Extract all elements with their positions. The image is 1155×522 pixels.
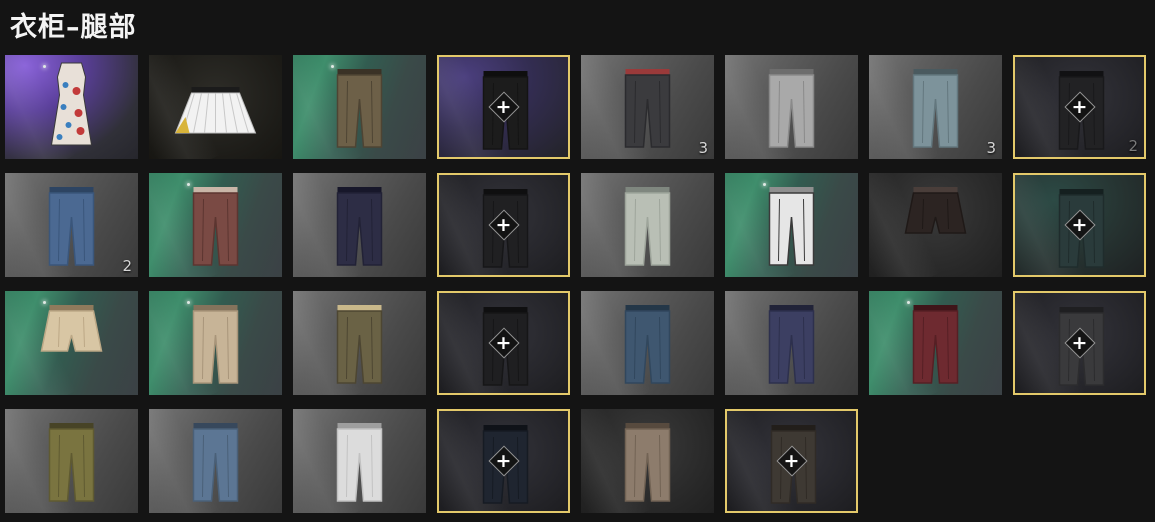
dress-icon — [50, 62, 93, 146]
pants-icon — [624, 69, 671, 148]
add-plus-icon[interactable]: + — [487, 327, 520, 359]
wardrobe-item-washed-jeans[interactable] — [581, 173, 714, 277]
wardrobe-item-teal-pants-slot[interactable]: + — [1013, 173, 1146, 277]
pants-image — [293, 409, 426, 513]
pants-icon — [768, 69, 815, 148]
pants-icon — [336, 69, 383, 148]
plus-glyph: + — [1071, 214, 1088, 236]
pants-image — [581, 173, 714, 277]
pants-image — [5, 173, 138, 277]
wardrobe-item-khaki-pants-slot[interactable]: + — [725, 409, 858, 513]
add-plus-icon[interactable]: + — [1063, 91, 1096, 123]
shorts-icon — [904, 187, 967, 234]
plus-glyph: + — [495, 332, 512, 354]
pants-image — [149, 173, 282, 277]
wardrobe-item-desert-camo-shorts[interactable] — [5, 291, 138, 395]
pants-image — [581, 409, 714, 513]
pants-image — [581, 55, 714, 159]
pants-icon — [624, 423, 671, 502]
wardrobe-item-khaki-pants[interactable] — [581, 409, 714, 513]
item-count: 3 — [698, 139, 708, 157]
pants-image — [725, 55, 858, 159]
add-plus-icon[interactable]: + — [1063, 209, 1096, 241]
shorts-image — [5, 291, 138, 395]
pants-image — [725, 291, 858, 395]
pants-image — [725, 173, 858, 277]
skirt-icon — [174, 87, 257, 134]
item-count: 2 — [1128, 137, 1138, 155]
plus-glyph: + — [495, 96, 512, 118]
add-plus-icon[interactable]: + — [775, 445, 808, 477]
plus-glyph: + — [783, 450, 800, 472]
wardrobe-item-gray-pants-slot[interactable]: + — [1013, 291, 1146, 395]
wardrobe-item-plaid-pants[interactable] — [149, 173, 282, 277]
wardrobe-item-olive-cargo-pants[interactable] — [293, 55, 426, 159]
pants-icon — [192, 423, 239, 502]
pants-icon — [624, 187, 671, 266]
pants-image — [149, 409, 282, 513]
shorts-icon — [40, 305, 103, 352]
wardrobe-item-black-pants-slot[interactable]: + — [437, 55, 570, 159]
plus-glyph: + — [1071, 332, 1088, 354]
pants-image — [869, 55, 1002, 159]
dress-image — [5, 55, 138, 159]
wardrobe-item-white-pants[interactable] — [293, 409, 426, 513]
wardrobe-grid: +3 3 +2 2 + + + + + + — [5, 55, 1150, 517]
wardrobe-item-blue-jeans[interactable]: 2 — [5, 173, 138, 277]
shorts-image — [869, 173, 1002, 277]
pants-icon — [192, 187, 239, 266]
wardrobe-item-dark-jeans[interactable]: 3 — [581, 55, 714, 159]
pants-icon — [768, 305, 815, 384]
wardrobe-item-pleated-skirt[interactable] — [149, 55, 282, 159]
add-plus-icon[interactable]: + — [487, 209, 520, 241]
item-count: 3 — [986, 139, 996, 157]
wardrobe-item-gray-pants[interactable] — [725, 55, 858, 159]
pants-image — [869, 291, 1002, 395]
pants-icon — [336, 423, 383, 502]
wardrobe-item-black-pants-slot-2[interactable]: +2 — [1013, 55, 1146, 159]
wardrobe-item-navy-slacks[interactable] — [293, 173, 426, 277]
wardrobe-item-leather-shorts[interactable] — [869, 173, 1002, 277]
pants-icon — [912, 69, 959, 148]
pants-icon — [336, 187, 383, 266]
pants-icon — [192, 305, 239, 384]
wardrobe-item-black-pants-slot-4[interactable]: + — [437, 291, 570, 395]
pants-icon — [336, 305, 383, 384]
pants-image — [5, 409, 138, 513]
plus-glyph: + — [495, 214, 512, 236]
pants-icon — [912, 305, 959, 384]
pants-image — [293, 55, 426, 159]
plus-glyph: + — [495, 450, 512, 472]
add-plus-icon[interactable]: + — [487, 445, 520, 477]
plus-glyph: + — [1071, 96, 1088, 118]
pants-icon — [48, 187, 95, 266]
pants-icon — [768, 187, 815, 266]
wardrobe-item-woodland-camo-pants[interactable] — [293, 291, 426, 395]
pants-image — [149, 291, 282, 395]
wardrobe-item-floral-dress[interactable] — [5, 55, 138, 159]
wardrobe-item-stonewash-jeans[interactable] — [149, 409, 282, 513]
pants-image — [293, 291, 426, 395]
skirt-image — [149, 55, 282, 159]
wardrobe-item-red-pants[interactable] — [869, 291, 1002, 395]
wardrobe-item-desert-cargo-pants[interactable] — [149, 291, 282, 395]
pants-image — [581, 291, 714, 395]
add-plus-icon[interactable]: + — [1063, 327, 1096, 359]
item-count: 2 — [122, 257, 132, 275]
wardrobe-item-black-pants-slot-3[interactable]: + — [437, 173, 570, 277]
pants-icon — [624, 305, 671, 384]
wardrobe-item-camo-pants[interactable] — [725, 173, 858, 277]
wardrobe-item-light-blue-jeans[interactable]: 3 — [869, 55, 1002, 159]
wardrobe-item-dark-blue-slot[interactable]: + — [437, 409, 570, 513]
wardrobe-item-olive-pants[interactable] — [5, 409, 138, 513]
wardrobe-item-indigo-jeans[interactable] — [581, 291, 714, 395]
wardrobe-item-navy-jeans[interactable] — [725, 291, 858, 395]
page-title: 衣柜–腿部 — [10, 12, 137, 43]
pants-icon — [48, 423, 95, 502]
pants-image — [293, 173, 426, 277]
add-plus-icon[interactable]: + — [487, 91, 520, 123]
